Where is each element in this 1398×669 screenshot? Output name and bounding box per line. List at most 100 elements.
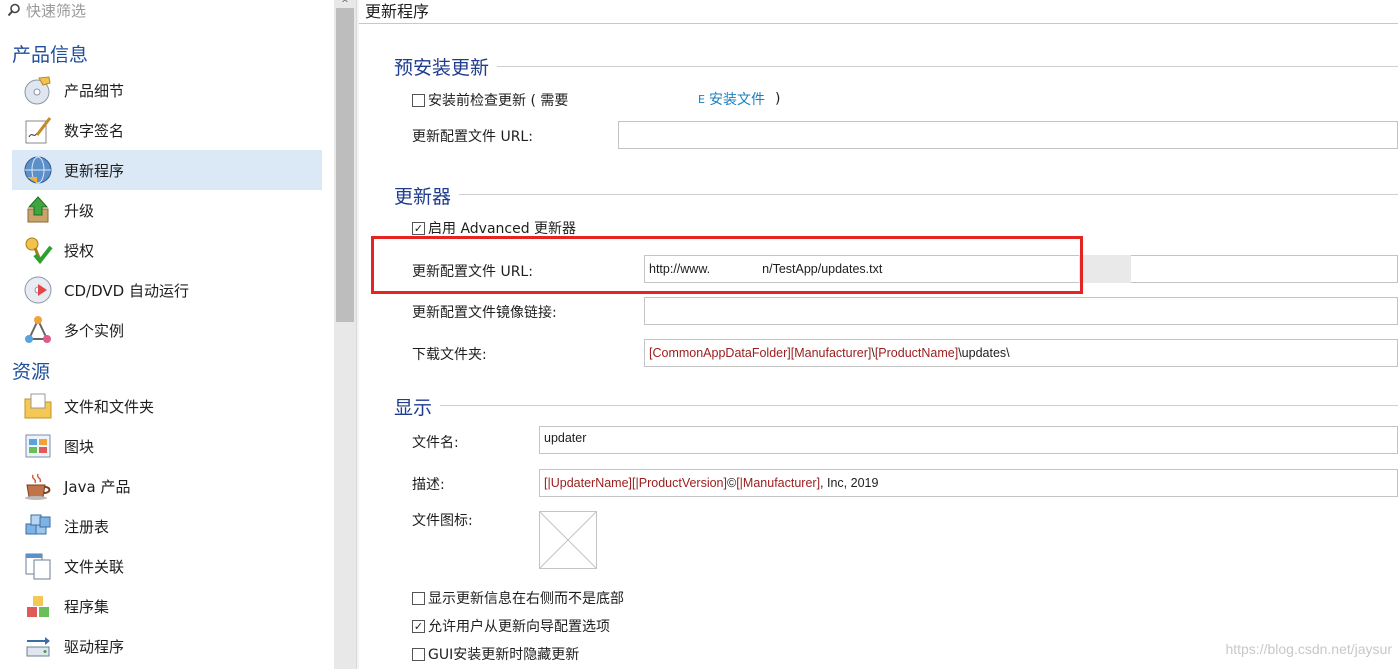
key-check-icon	[22, 234, 54, 266]
quick-filter[interactable]: 快速筛选	[6, 0, 326, 20]
sidebar-item-label: 升级	[64, 201, 95, 220]
sidebar-item-label: 多个实例	[64, 321, 125, 340]
token-product-name: [ProductName]	[874, 346, 959, 360]
check-before-install-checkbox[interactable]: 安装前检查更新 ( 需要	[412, 90, 568, 110]
close-paren: )	[774, 91, 781, 107]
show-info-right-checkbox[interactable]: 显示更新信息在右侧而不是底部	[412, 588, 624, 608]
checkbox-box[interactable]: ✓	[412, 221, 425, 235]
sidebar-item-label: 产品细节	[64, 81, 125, 100]
sidebar-item-label: Java 产品	[64, 477, 131, 496]
checkbox-label: 允许用户从更新向导配置选项	[428, 619, 610, 635]
registry-icon	[22, 510, 54, 542]
download-folder-field[interactable]: [CommonAppDataFolder] [Manufacturer] \ [Pro…	[644, 339, 1398, 367]
checkbox-box[interactable]	[412, 93, 425, 107]
mirror-url-label: 更新配置文件镜像链接:	[412, 305, 557, 321]
sidebar-scrollbar[interactable]: ^	[334, 0, 356, 669]
description-field[interactable]: [|UpdaterName] [|ProductVersion] © [|Man…	[539, 469, 1398, 497]
sidebar-item-java-products[interactable]: Java 产品	[12, 466, 322, 506]
section-resources: 资源	[12, 361, 51, 383]
filename-field[interactable]: updater	[539, 426, 1398, 454]
sidebar-item-cd-dvd-autorun[interactable]: CD/DVD 自动运行	[12, 270, 322, 310]
highlight-rectangle	[371, 236, 1083, 294]
link-label: 安装文件	[708, 92, 765, 108]
scroll-up-arrow-icon[interactable]: ^	[334, 0, 356, 9]
title-divider	[359, 23, 1398, 24]
group-title-preinstall: 预安装更新	[394, 53, 498, 80]
redacted-area	[1079, 255, 1131, 283]
file-icon-preview[interactable]	[539, 511, 597, 569]
scrollbar-thumb[interactable]	[336, 8, 354, 322]
tiles-icon	[22, 430, 54, 462]
preinstall-config-url-field[interactable]	[618, 121, 1398, 149]
filename-label: 文件名:	[412, 435, 459, 451]
checkbox-box[interactable]	[412, 647, 425, 661]
enable-updater-checkbox[interactable]: ✓ 启用 Advanced 更新器	[412, 218, 576, 238]
token-manufacturer: [Manufacturer]	[790, 346, 872, 360]
sidebar-item-registry[interactable]: 注册表	[12, 506, 322, 546]
checkbox-box[interactable]: ✓	[412, 619, 425, 633]
section-product-info: 产品信息	[12, 44, 89, 66]
sidebar-item-licensing[interactable]: 授权	[12, 230, 322, 270]
sidebar: 快速筛选 产品信息 产品细节 数字签名 更新程序 升级 授权 CD/DVD 自动…	[0, 0, 334, 669]
token-manufacturer: [|Manufacturer]	[736, 476, 821, 490]
preinstall-config-url-label: 更新配置文件 URL:	[412, 129, 533, 145]
path-suffix: \updates\	[958, 346, 1010, 360]
sidebar-item-assemblies[interactable]: 程序集	[12, 586, 322, 626]
group-divider	[394, 194, 1398, 195]
sidebar-item-product-details[interactable]: 产品细节	[12, 70, 322, 110]
assembly-icon	[22, 590, 54, 622]
group-title-display: 显示	[394, 393, 441, 420]
sidebar-item-label: 数字签名	[64, 121, 125, 140]
sidebar-item-label: 程序集	[64, 597, 110, 616]
sidebar-item-digital-signature[interactable]: 数字签名	[12, 110, 322, 150]
sidebar-item-label: 注册表	[64, 517, 110, 536]
disc-autorun-icon	[22, 274, 54, 306]
file-association-icon	[22, 550, 54, 582]
sidebar-item-tiles[interactable]: 图块	[12, 426, 322, 466]
token-product-version: [|ProductVersion]	[632, 476, 727, 490]
globe-update-icon	[22, 154, 54, 186]
sidebar-item-file-associations[interactable]: 文件关联	[12, 546, 322, 586]
token-updater-name: [|UpdaterName]	[544, 476, 633, 490]
mirror-url-field[interactable]	[644, 297, 1398, 325]
checkbox-label: 安装前检查更新 ( 需要	[428, 93, 569, 109]
java-cup-icon	[22, 470, 54, 502]
instances-icon	[22, 314, 54, 346]
token-common-app-data-folder: [CommonAppDataFolder]	[649, 346, 791, 360]
text-copyright: ©	[726, 476, 737, 490]
watermark-text: https://blog.csdn.net/jaysur	[1225, 641, 1392, 657]
sidebar-item-label: 更新程序	[64, 161, 125, 180]
file-icon-label: 文件图标:	[412, 513, 473, 529]
sidebar-item-files-and-folders[interactable]: 文件和文件夹	[12, 386, 322, 426]
checkbox-label: 显示更新信息在右侧而不是底部	[428, 591, 624, 607]
empty-image-icon	[539, 511, 597, 569]
download-folder-label: 下载文件夹:	[412, 347, 487, 363]
sidebar-item-label: 授权	[64, 241, 95, 260]
signature-icon	[22, 114, 54, 146]
sidebar-item-updater[interactable]: 更新程序	[12, 150, 322, 190]
sidebar-item-label: 驱动程序	[64, 637, 125, 656]
search-icon	[6, 2, 22, 18]
allow-user-configure-checkbox[interactable]: ✓ 允许用户从更新向导配置选项	[412, 616, 610, 636]
checkbox-box[interactable]	[412, 591, 425, 605]
upgrade-icon	[22, 194, 54, 226]
driver-icon	[22, 630, 54, 662]
sidebar-item-drivers[interactable]: 驱动程序	[12, 626, 322, 666]
quick-filter-input[interactable]: 快速筛选	[26, 0, 86, 21]
sidebar-item-label: 文件关联	[64, 557, 125, 576]
group-divider	[394, 66, 1398, 67]
sidebar-item-label: 文件和文件夹	[64, 397, 155, 416]
hide-updates-gui-checkbox[interactable]: GUI安装更新时隐藏更新	[412, 644, 579, 664]
sidebar-item-label: 图块	[64, 437, 95, 456]
description-label: 描述:	[412, 477, 445, 493]
cd-icon	[22, 74, 54, 106]
sidebar-item-upgrade[interactable]: 升级	[12, 190, 322, 230]
sidebar-item-multiple-instances[interactable]: 多个实例	[12, 310, 322, 350]
checkbox-label: GUI安装更新时隐藏更新	[428, 647, 580, 663]
link-prefix: E	[698, 92, 705, 106]
install-files-link[interactable]: E 安装文件 )	[698, 89, 780, 109]
page-title: 更新程序	[365, 2, 430, 21]
text-inc-year: , Inc, 2019	[820, 476, 879, 490]
sidebar-item-label: CD/DVD 自动运行	[64, 281, 189, 300]
checkbox-label: 启用 Advanced 更新器	[428, 221, 577, 237]
